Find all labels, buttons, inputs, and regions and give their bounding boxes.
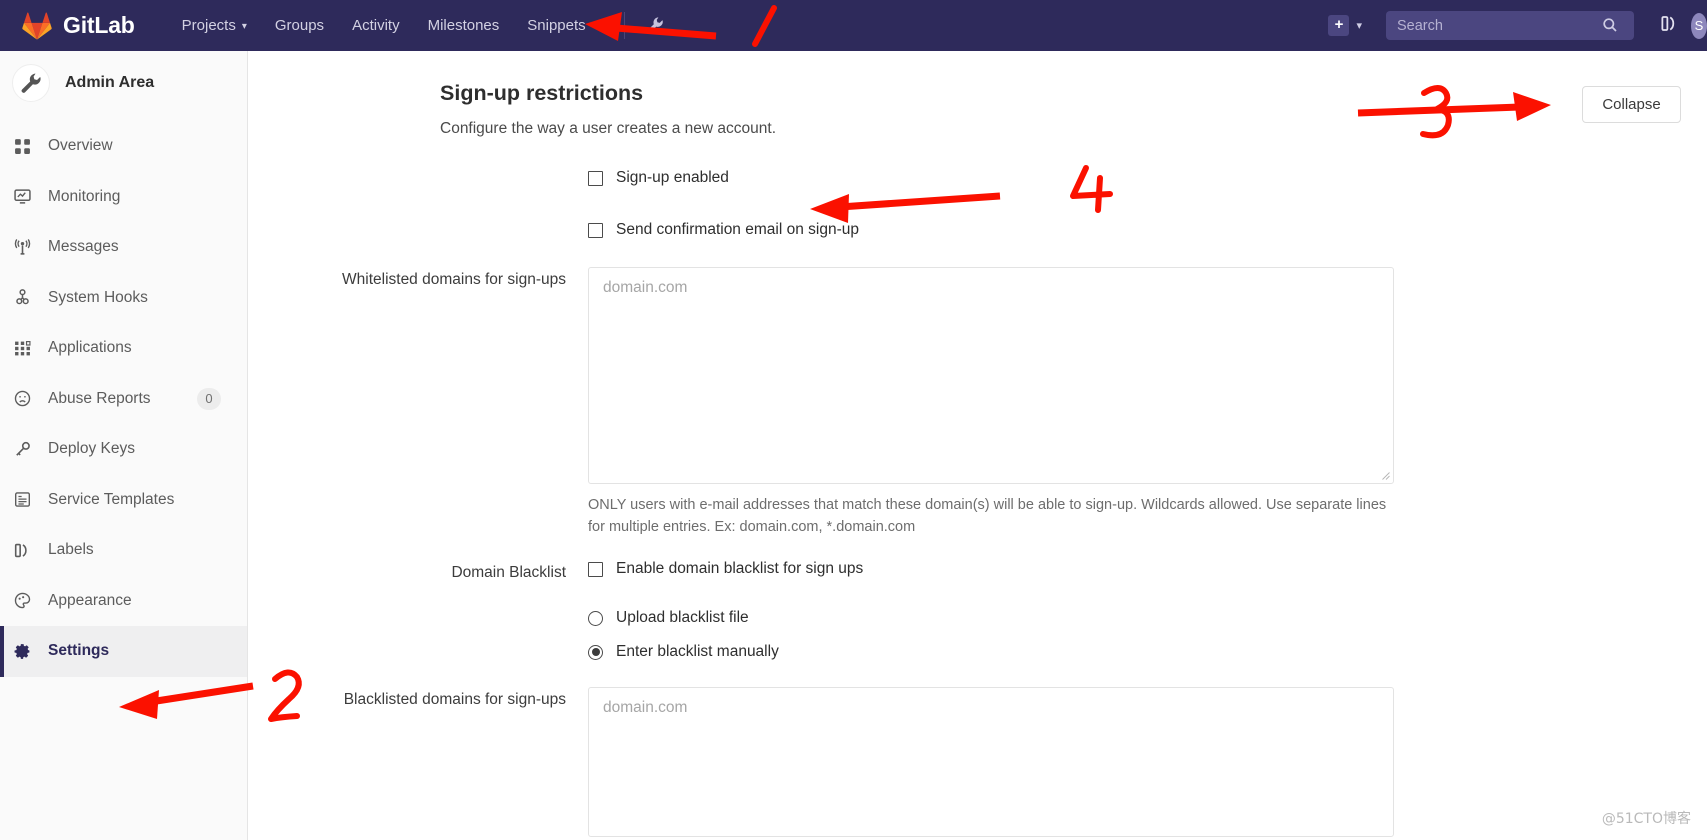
top-navbar: GitLab Projects ▾ Groups Activity Milesto… (0, 0, 1707, 51)
sidebar-item-applications[interactable]: Applications (0, 323, 247, 374)
nav-link-snippets[interactable]: Snippets (513, 0, 599, 51)
whitelisted-domains-textarea[interactable]: domain.com (588, 267, 1394, 484)
radio-upload-blacklist-file[interactable]: Upload blacklist file (588, 609, 1398, 627)
sidebar-item-service-templates[interactable]: Service Templates (0, 475, 247, 526)
domain-blacklist-label: Domain Blacklist (451, 564, 566, 581)
palette-icon (14, 592, 36, 609)
search-icon (1602, 17, 1624, 33)
sidebar-nav-list: Overview Monitoring Messages System Hook… (0, 121, 247, 677)
sidebar-title: Admin Area (65, 74, 155, 91)
search-input[interactable]: Search (1386, 11, 1634, 40)
sidebar-item-abuse-reports[interactable]: Abuse Reports 0 (0, 374, 247, 425)
checkbox-label: Sign-up enabled (616, 169, 729, 186)
textarea-placeholder: domain.com (603, 279, 688, 296)
form-row-whitelisted-domains: Whitelisted domains for sign-ups domain.… (249, 267, 1707, 538)
checkbox-label: Enable domain blacklist for sign ups (616, 560, 864, 577)
enable-domain-blacklist-checkbox[interactable]: Enable domain blacklist for sign ups (588, 560, 1398, 578)
sad-face-icon (14, 390, 36, 407)
chevron-down-icon: ▾ (241, 21, 247, 32)
page-root: GitLab Projects ▾ Groups Activity Milesto… (0, 0, 1707, 840)
radio-circle (588, 610, 603, 626)
gitlab-tanuki-icon (22, 12, 52, 40)
sidebar-item-label: Messages (48, 238, 119, 256)
navbar-right: + ▾ Search S (1328, 0, 1707, 51)
blacklisted-domains-textarea[interactable]: domain.com (588, 687, 1394, 837)
primary-nav: Projects ▾ Groups Activity Milestones Sni… (168, 0, 672, 51)
monitor-chart-icon (14, 188, 36, 205)
radio-enter-blacklist-manually[interactable]: Enter blacklist manually (588, 643, 1398, 661)
template-icon (14, 491, 36, 508)
nav-link-milestones[interactable]: Milestones (414, 0, 514, 51)
sidebar-item-label: Monitoring (48, 187, 121, 205)
wrench-icon (12, 64, 50, 102)
resize-grip-icon[interactable] (1381, 471, 1390, 480)
sidebar-item-label: Deploy Keys (48, 440, 136, 458)
labels-icon[interactable] (1660, 14, 1679, 38)
form-row-domain-blacklist: Domain Blacklist Enable domain blacklist… (249, 560, 1707, 661)
sidebar-item-settings[interactable]: Settings (0, 626, 247, 677)
whitelisted-domains-label: Whitelisted domains for sign-ups (342, 271, 566, 288)
gitlab-home-link[interactable]: GitLab (22, 12, 135, 40)
admin-wrench-icon[interactable] (637, 16, 672, 35)
sidebar-item-appearance[interactable]: Appearance (0, 576, 247, 627)
labels-icon (14, 542, 36, 559)
plus-glyph: + (1334, 16, 1344, 33)
sidebar-item-label: System Hooks (48, 288, 148, 306)
form-row-confirmation-email: Send confirmation email on sign-up (249, 221, 1707, 239)
checkbox-box (588, 222, 603, 238)
panel-header: Sign-up restrictions Configure the way a… (440, 81, 776, 138)
textarea-placeholder: domain.com (603, 699, 688, 716)
sidebar-item-label: Service Templates (48, 490, 175, 508)
sidebar-item-label: Labels (48, 541, 94, 559)
confirmation-email-checkbox[interactable]: Send confirmation email on sign-up (588, 221, 1398, 239)
checkbox-label: Send confirmation email on sign-up (616, 221, 859, 238)
grid-squares-icon (14, 138, 36, 155)
sidebar-header[interactable]: Admin Area (0, 51, 247, 115)
admin-sidebar: Admin Area Overview Monitoring Messages … (0, 51, 248, 840)
checkbox-box (588, 170, 603, 186)
new-dropdown-chevron-down-icon[interactable]: ▾ (1356, 19, 1362, 32)
sidebar-item-label: Settings (48, 642, 110, 660)
signup-enabled-checkbox[interactable]: Sign-up enabled (588, 169, 1398, 187)
broadcast-icon (14, 238, 36, 256)
plus-square-icon[interactable]: + (1328, 15, 1350, 36)
watermark: @51CTO博客 (1601, 811, 1691, 827)
sidebar-item-label: Abuse Reports (48, 389, 151, 407)
sidebar-item-deploy-keys[interactable]: Deploy Keys (0, 424, 247, 475)
collapse-button[interactable]: Collapse (1582, 86, 1681, 123)
gear-icon (14, 643, 36, 660)
sidebar-item-label: Applications (48, 339, 132, 357)
key-icon (14, 441, 36, 458)
form-row-signup-enabled: Sign-up enabled (249, 169, 1707, 187)
blacklisted-domains-label: Blacklisted domains for sign-ups (343, 691, 566, 708)
nav-link-groups[interactable]: Groups (261, 0, 338, 51)
form-row-blacklisted-domains: Blacklisted domains for sign-ups domain.… (249, 687, 1707, 837)
signup-restrictions-form: Sign-up enabled Send confirmation email … (249, 169, 1707, 837)
sidebar-item-system-hooks[interactable]: System Hooks (0, 273, 247, 324)
user-avatar-strip: S (1691, 0, 1707, 51)
sidebar-item-labels[interactable]: Labels (0, 525, 247, 576)
app-grid-icon (14, 340, 36, 357)
brand-name: GitLab (63, 12, 135, 38)
radio-label: Upload blacklist file (616, 609, 749, 626)
sidebar-item-overview[interactable]: Overview (0, 121, 247, 172)
radio-circle (588, 644, 603, 660)
nav-divider (623, 12, 625, 39)
search-placeholder: Search (1397, 17, 1443, 34)
sidebar-item-label: Appearance (48, 591, 132, 609)
sidebar-item-label: Overview (48, 137, 113, 155)
whitelisted-domains-help: ONLY users with e-mail addresses that ma… (588, 497, 1387, 535)
status-badge: 0 (197, 387, 221, 410)
panel-subtitle: Configure the way a user creates a new a… (440, 120, 777, 137)
sidebar-item-messages[interactable]: Messages (0, 222, 247, 273)
page-title: Sign-up restrictions (440, 81, 644, 105)
checkbox-box (588, 561, 603, 577)
sidebar-item-monitoring[interactable]: Monitoring (0, 172, 247, 223)
nav-link-projects[interactable]: Projects ▾ (168, 0, 261, 51)
avatar[interactable]: S (1691, 12, 1707, 39)
nav-link-activity[interactable]: Activity (338, 0, 414, 51)
main-content: Sign-up restrictions Configure the way a… (249, 51, 1707, 840)
radio-label: Enter blacklist manually (616, 643, 779, 660)
hook-icon (14, 289, 36, 306)
